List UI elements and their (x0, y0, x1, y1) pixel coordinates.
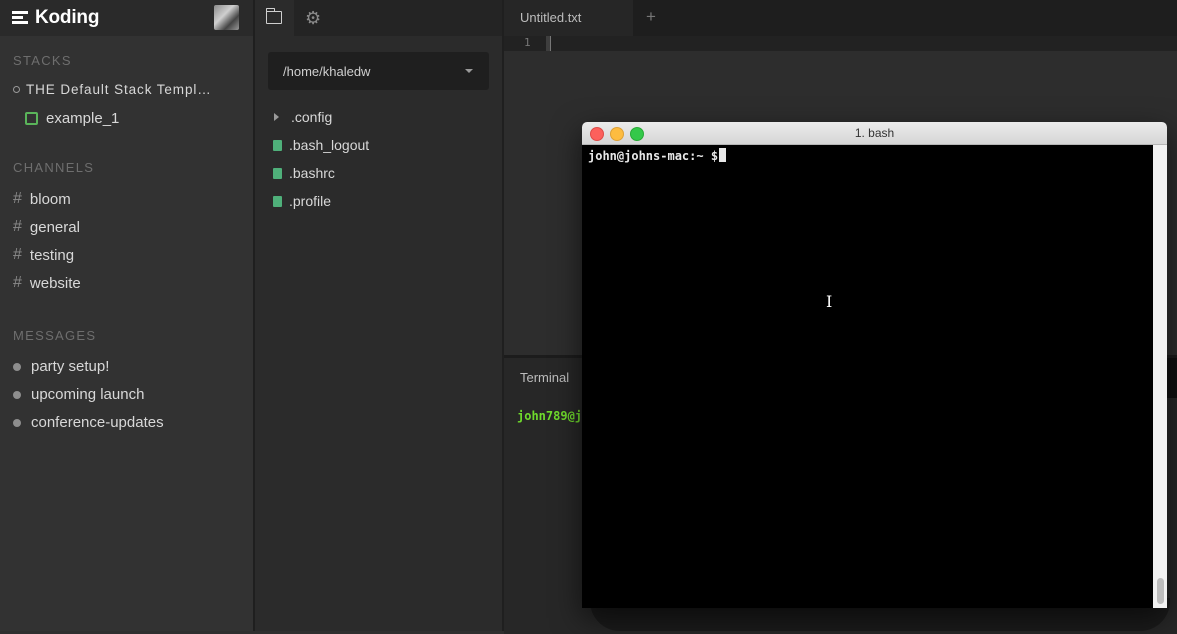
logo-text: Koding (35, 7, 100, 28)
presence-dot-icon (13, 418, 21, 427)
channel-label: website (29, 274, 81, 292)
channel-item[interactable]: # general (13, 218, 80, 236)
channel-item[interactable]: # bloom (13, 190, 71, 208)
tree-item-folder[interactable]: .config (274, 109, 332, 125)
tree-item-label: .config (291, 109, 333, 125)
terminal-cursor (719, 148, 727, 162)
machine-item[interactable]: example_1 (25, 110, 119, 127)
chevron-right-icon (274, 113, 279, 121)
message-label: party setup! (31, 358, 110, 375)
channel-label: bloom (29, 190, 71, 208)
scrollbar[interactable] (1153, 145, 1167, 608)
hash-icon: # (13, 218, 22, 235)
tree-item-file[interactable]: .profile (273, 193, 331, 209)
bash-terminal-body[interactable]: john@johns-mac:~ $ I (582, 145, 1167, 608)
tab-terminal[interactable]: Terminal (520, 370, 569, 385)
stack-status-icon (13, 86, 20, 93)
sidebar: Koding STACKS THE Default Stack Templ… e… (0, 0, 255, 631)
stack-name: THE Default Stack Templ… (26, 82, 212, 97)
sidebar-header: Koding (0, 0, 253, 36)
channel-item[interactable]: # website (13, 274, 81, 292)
koding-logo[interactable]: Koding (12, 7, 99, 29)
hash-icon: # (13, 246, 22, 263)
stacks-title: STACKS (13, 53, 72, 68)
channel-label: testing (29, 246, 75, 264)
message-item[interactable]: conference-updates (13, 414, 164, 431)
message-label: upcoming launch (31, 386, 145, 403)
scrollbar-thumb[interactable] (1157, 578, 1164, 604)
messages-title: MESSAGES (13, 328, 97, 343)
machine-name: example_1 (46, 110, 120, 127)
gear-icon[interactable]: ⚙ (305, 8, 321, 29)
tree-item-file[interactable]: .bash_logout (273, 137, 369, 153)
hash-icon: # (13, 190, 22, 207)
text-caret (550, 36, 551, 51)
tree-item-label: .bash_logout (289, 137, 370, 153)
message-item[interactable]: party setup! (13, 358, 109, 375)
file-panel-tabs: ⚙ (255, 0, 502, 36)
tab-untitled[interactable]: Untitled.txt (504, 0, 633, 36)
machine-icon (25, 112, 38, 125)
line-number: 1 (524, 36, 531, 49)
file-icon (273, 195, 282, 207)
path-label: /home/khaledw (283, 64, 371, 79)
editor-tabs: Untitled.txt + (504, 0, 1177, 36)
chevron-down-icon (465, 69, 473, 73)
text-cursor-icon: I (826, 292, 833, 311)
window-title: 1. bash (854, 126, 895, 140)
tree-item-label: .bashrc (289, 165, 335, 181)
add-tab-button[interactable]: + (646, 7, 656, 27)
presence-dot-icon (13, 390, 21, 399)
tab-files[interactable] (255, 0, 294, 36)
tree-item-label: .profile (289, 193, 332, 209)
presence-dot-icon (13, 362, 21, 371)
path-dropdown[interactable]: /home/khaledw (268, 52, 489, 90)
file-panel: ⚙ /home/khaledw .config .bash_logout .ba… (255, 0, 504, 631)
folder-icon (265, 8, 282, 24)
tree-item-file[interactable]: .bashrc (273, 165, 335, 181)
bash-window: 1. bash john@johns-mac:~ $ I (582, 122, 1167, 608)
message-item[interactable]: upcoming launch (13, 386, 144, 403)
hash-icon: # (13, 274, 22, 291)
bash-titlebar[interactable]: 1. bash (582, 122, 1167, 145)
file-icon (273, 167, 282, 179)
channel-item[interactable]: # testing (13, 246, 74, 264)
menu-icon (12, 11, 28, 25)
terminal-prompt[interactable]: john789@jo (517, 409, 589, 423)
tab-label: Untitled.txt (520, 10, 582, 25)
avatar[interactable] (214, 5, 239, 30)
editor-line[interactable]: 1 (504, 36, 1177, 51)
channels-title: CHANNELS (13, 160, 95, 175)
bash-prompt-line: john@johns-mac:~ $ (588, 148, 727, 163)
stack-item[interactable]: THE Default Stack Templ… (13, 82, 212, 97)
message-label: conference-updates (31, 414, 164, 431)
channel-label: general (29, 218, 80, 236)
file-icon (273, 139, 282, 151)
bash-prompt: john@johns-mac:~ $ (588, 149, 719, 163)
